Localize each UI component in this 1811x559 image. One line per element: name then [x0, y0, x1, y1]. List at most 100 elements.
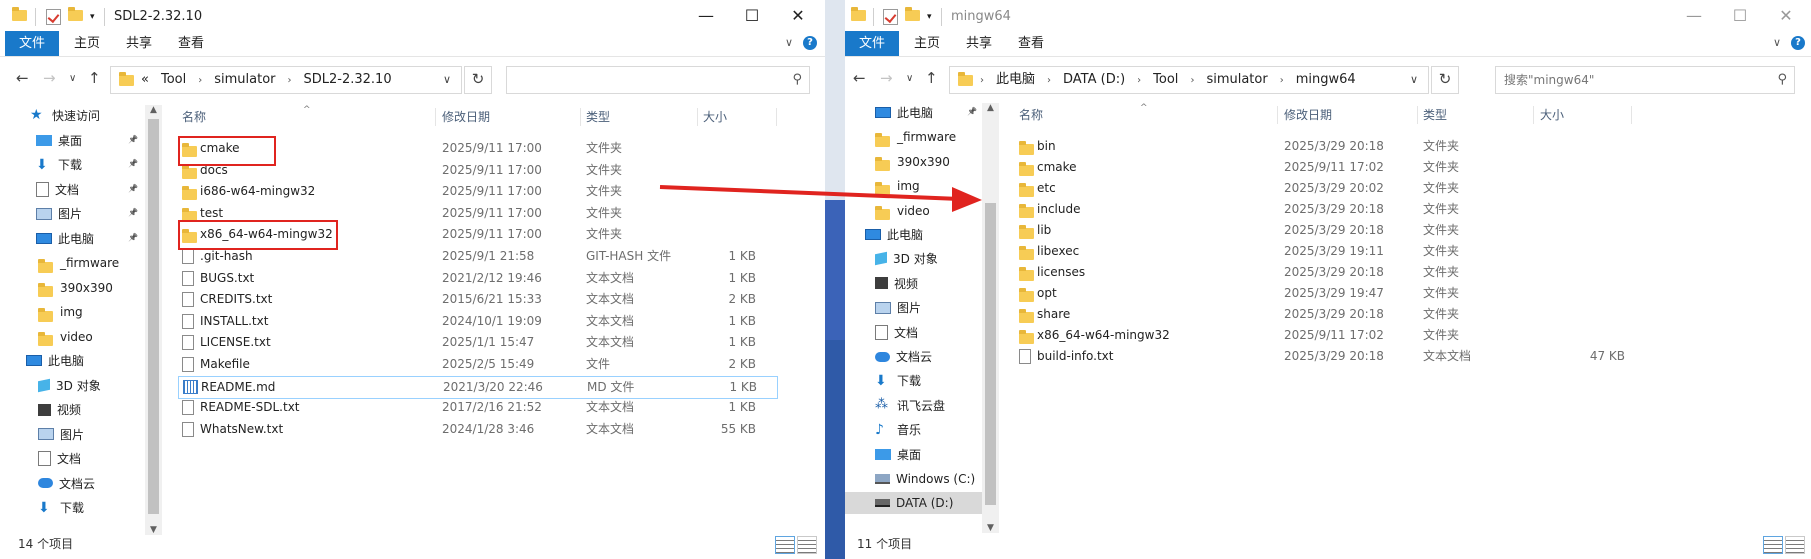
scroll-thumb[interactable]: [148, 119, 159, 514]
recent-dropdown-icon[interactable]: ∨: [69, 73, 76, 84]
column-size[interactable]: 大小: [703, 106, 727, 128]
scroll-down-icon[interactable]: ▼: [145, 525, 162, 535]
file-row[interactable]: bin 2025/3/29 20:18 文件夹: [1015, 136, 1635, 157]
sidebar-item[interactable]: 此电脑: [865, 224, 923, 246]
sidebar-item[interactable]: ★ 快速访问: [30, 105, 100, 127]
file-row[interactable]: cmake 2025/9/11 17:02 文件夹: [1015, 157, 1635, 178]
file-row[interactable]: INSTALL.txt 2024/10/1 19:09 文本文档 1 KB: [178, 311, 776, 332]
pin-icon[interactable]: 📌: [128, 208, 138, 217]
column-name[interactable]: 名称: [1019, 104, 1043, 126]
new-folder-icon[interactable]: [68, 7, 84, 25]
file-row[interactable]: etc 2025/3/29 20:02 文件夹: [1015, 178, 1635, 199]
column-size[interactable]: 大小: [1540, 104, 1564, 126]
pin-icon[interactable]: 📌: [128, 135, 138, 144]
help-icon[interactable]: ?: [803, 36, 817, 50]
pin-icon[interactable]: 📌: [128, 233, 138, 242]
refresh-icon[interactable]: ↻: [464, 66, 492, 94]
pin-icon[interactable]: 📌: [128, 159, 138, 168]
sidebar-item[interactable]: 桌面: [875, 444, 921, 466]
properties-icon[interactable]: [46, 9, 62, 25]
file-row[interactable]: build-info.txt 2025/3/29 20:18 文本文档 47 KB: [1015, 346, 1635, 367]
sidebar-item[interactable]: 视频: [875, 273, 918, 295]
file-row[interactable]: i686-w64-mingw32 2025/9/11 17:00 文件夹: [178, 181, 776, 202]
minimize-button[interactable]: —: [683, 0, 729, 34]
title-bar[interactable]: ▾ mingw64 — ☐ ✕: [845, 0, 1811, 34]
chevron-right-icon[interactable]: ›: [980, 75, 984, 86]
sidebar-item[interactable]: img: [875, 175, 920, 197]
column-type[interactable]: 类型: [1423, 104, 1447, 126]
tab-share[interactable]: 共享: [952, 31, 1006, 56]
back-arrow-icon[interactable]: ←: [16, 69, 29, 87]
new-folder-icon[interactable]: [905, 7, 921, 25]
up-arrow-icon[interactable]: ↑: [88, 69, 101, 87]
column-divider[interactable]: [697, 108, 698, 126]
sidebar-item[interactable]: ♪ 音乐: [875, 419, 921, 441]
scroll-up-icon[interactable]: ▲: [982, 103, 999, 113]
column-divider[interactable]: [1533, 106, 1534, 124]
maximize-button[interactable]: ☐: [729, 0, 775, 34]
sidebar-item[interactable]: 桌面: [36, 130, 82, 152]
file-row[interactable]: licenses 2025/3/29 20:18 文件夹: [1015, 262, 1635, 283]
column-divider[interactable]: [1417, 106, 1418, 124]
sidebar-item[interactable]: 此电脑: [875, 102, 933, 124]
tab-home[interactable]: 主页: [900, 31, 954, 56]
file-row[interactable]: Makefile 2025/2/5 15:49 文件 2 KB: [178, 354, 776, 375]
address-dropdown-icon[interactable]: ∨: [443, 67, 451, 93]
large-icons-view-icon[interactable]: [1785, 536, 1805, 554]
chevron-right-icon[interactable]: ›: [1047, 75, 1051, 86]
back-arrow-icon[interactable]: ←: [853, 69, 866, 87]
breadcrumb-item[interactable]: simulator: [1206, 72, 1267, 87]
column-date[interactable]: 修改日期: [442, 106, 490, 128]
details-view-icon[interactable]: [1763, 536, 1783, 554]
address-bar[interactable]: › 此电脑 › DATA (D:) › Tool › simulator › mingw64 ∨: [949, 66, 1429, 94]
file-row[interactable]: README.md 2021/3/20 22:46 MD 文件 1 KB: [178, 375, 778, 399]
tab-view[interactable]: 查看: [164, 31, 218, 56]
search-input[interactable]: ⚲: [506, 66, 810, 94]
file-row[interactable]: x86_64-w64-mingw32 2025/9/11 17:02 文件夹: [1015, 325, 1635, 346]
close-button[interactable]: ✕: [1763, 0, 1809, 34]
sidebar-item[interactable]: _firmware: [875, 126, 956, 148]
column-name[interactable]: 名称: [182, 106, 206, 128]
tab-home[interactable]: 主页: [60, 31, 114, 56]
file-row[interactable]: WhatsNew.txt 2024/1/28 3:46 文本文档 55 KB: [178, 419, 776, 440]
file-row[interactable]: BUGS.txt 2021/2/12 19:46 文本文档 1 KB: [178, 268, 776, 289]
file-row[interactable]: README-SDL.txt 2017/2/16 21:52 文本文档 1 KB: [178, 397, 776, 418]
chevron-down-icon[interactable]: ∨: [1773, 36, 1781, 49]
address-bar[interactable]: « Tool › simulator › SDL2-2.32.10 ∨: [110, 66, 462, 94]
file-row[interactable]: CREDITS.txt 2015/6/21 15:33 文本文档 2 KB: [178, 289, 776, 310]
breadcrumb-item[interactable]: mingw64: [1296, 72, 1356, 87]
sidebar-item[interactable]: 文档: [38, 448, 81, 470]
details-view-icon[interactable]: [775, 536, 795, 554]
scroll-down-icon[interactable]: ▼: [982, 523, 999, 533]
file-row[interactable]: LICENSE.txt 2025/1/1 15:47 文本文档 1 KB: [178, 332, 776, 353]
sidebar-item[interactable]: 图片: [36, 203, 82, 225]
sidebar-item[interactable]: 图片: [875, 297, 921, 319]
file-row[interactable]: lib 2025/3/29 20:18 文件夹: [1015, 220, 1635, 241]
chevron-right-icon[interactable]: ›: [1190, 75, 1194, 86]
sidebar-item[interactable]: 文档: [875, 322, 918, 344]
column-divider[interactable]: [1631, 106, 1632, 124]
column-divider[interactable]: [776, 108, 777, 126]
sidebar-item[interactable]: _firmware: [38, 252, 119, 274]
sidebar-item[interactable]: 3D 对象: [38, 375, 101, 397]
breadcrumb-item[interactable]: SDL2-2.32.10: [304, 72, 392, 87]
tab-share[interactable]: 共享: [112, 31, 166, 56]
sidebar-item[interactable]: ⬇ 下载: [38, 497, 84, 519]
sidebar-item[interactable]: DATA (D:): [845, 492, 982, 515]
chevron-right-icon[interactable]: ›: [288, 75, 292, 86]
large-icons-view-icon[interactable]: [797, 536, 817, 554]
column-divider[interactable]: [580, 108, 581, 126]
close-button[interactable]: ✕: [775, 0, 821, 34]
sidebar-item[interactable]: 文档云: [875, 346, 932, 368]
sidebar-item[interactable]: 390x390: [875, 151, 950, 173]
tab-file[interactable]: 文件: [5, 31, 60, 56]
breadcrumb-item[interactable]: Tool: [1153, 72, 1178, 87]
scroll-thumb[interactable]: [985, 203, 996, 505]
breadcrumb-overflow[interactable]: «: [141, 72, 149, 87]
minimize-button[interactable]: —: [1671, 0, 1717, 34]
breadcrumb-item[interactable]: simulator: [214, 72, 275, 87]
sidebar-item[interactable]: 此电脑: [36, 228, 94, 250]
maximize-button[interactable]: ☐: [1717, 0, 1763, 34]
chevron-right-icon[interactable]: ›: [198, 75, 202, 86]
sidebar-item[interactable]: 视频: [38, 399, 81, 421]
